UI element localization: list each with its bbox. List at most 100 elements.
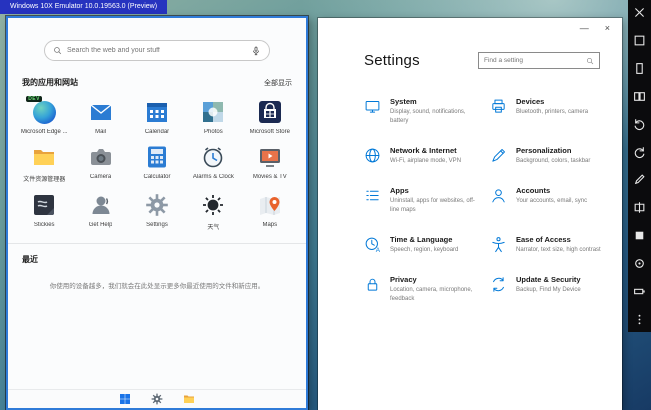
network-icon (364, 147, 381, 164)
app-tile[interactable]: Movies & TV (242, 135, 298, 183)
app-label: Movies & TV (253, 174, 287, 180)
maps-icon (257, 192, 283, 218)
settings-window: — × Settings System Display, sound, noti… (318, 18, 622, 410)
app-label: Get Help (89, 222, 113, 228)
category-description: Wi-Fi, airplane mode, VPN (390, 157, 461, 166)
settings-header: Settings (364, 52, 600, 69)
taskbar-files-icon[interactable] (183, 393, 195, 405)
category-description: Narrator, text size, high contrast (516, 246, 601, 255)
app-label: Calculator (143, 174, 170, 180)
app-tile[interactable]: Photos (185, 90, 241, 135)
search-icon (586, 57, 594, 65)
update-icon (490, 276, 507, 293)
settings-category[interactable]: Devices Bluetooth, printers, camera (490, 97, 610, 126)
find-setting-input[interactable] (484, 57, 586, 64)
app-tile[interactable]: Get Help (72, 183, 128, 231)
app-tile[interactable]: Maps (242, 183, 298, 231)
settings-category[interactable]: Ease of Access Narrator, text size, high… (490, 235, 610, 255)
category-title: Personalization (516, 146, 590, 155)
app-label: Settings (146, 222, 168, 228)
edge-logo (33, 101, 56, 124)
devices-icon (490, 98, 507, 115)
dual-screen-icon[interactable] (633, 90, 646, 103)
time-icon: A (364, 236, 381, 253)
category-title: Time & Language (390, 235, 458, 244)
apps-grid: DEV Microsoft Edge ... Mail Calendar Pho… (8, 90, 306, 231)
single-screen-icon[interactable] (633, 62, 646, 75)
app-tile[interactable]: Calculator (129, 135, 185, 183)
rotate-right-icon[interactable] (633, 146, 646, 159)
window-controls: — × (580, 24, 610, 33)
rotate-left-icon[interactable] (633, 118, 646, 131)
pen-icon[interactable] (633, 173, 646, 186)
app-label: 天气 (207, 222, 219, 231)
app-tile[interactable]: Camera (72, 135, 128, 183)
emulator-toolbar (628, 0, 651, 332)
app-tile[interactable]: Mail (72, 90, 128, 135)
accounts-icon (490, 187, 507, 204)
category-title: Accounts (516, 186, 587, 195)
category-description: Speech, region, keyboard (390, 246, 458, 255)
category-title: Update & Security (516, 275, 581, 284)
settings-category[interactable]: System Display, sound, notifications, ba… (364, 97, 484, 126)
apps-icon (364, 187, 381, 204)
store-icon (257, 99, 283, 125)
search-icon (53, 46, 62, 55)
privacy-icon (364, 276, 381, 293)
more-icon[interactable] (633, 313, 646, 326)
category-description: Bluetooth, printers, camera (516, 108, 588, 117)
settings-category[interactable]: Accounts Your accounts, email, sync (490, 186, 610, 215)
battery-icon[interactable] (633, 285, 646, 298)
app-tile[interactable]: Alarms & Clock (185, 135, 241, 183)
app-tile[interactable]: DEV Microsoft Edge ... (16, 90, 72, 135)
app-tile[interactable]: 天气 (185, 183, 241, 231)
app-tile[interactable]: Calendar (129, 90, 185, 135)
settings-category[interactable]: Privacy Location, camera, microphone, fe… (364, 275, 484, 304)
movies-icon (257, 144, 283, 170)
microphone-icon[interactable] (251, 46, 261, 56)
settings-category[interactable]: Personalization Background, colors, task… (490, 146, 610, 166)
show-all-link[interactable]: 全部显示 (264, 78, 292, 88)
fit-screen-icon[interactable] (633, 34, 646, 47)
app-label: 文件资源管理器 (23, 174, 65, 183)
apps-section-header: 我的应用和网站 全部显示 (22, 77, 292, 88)
touch-icon[interactable] (633, 257, 646, 270)
alarms-icon (200, 144, 226, 170)
emulator-title-tab[interactable]: Windows 10X Emulator 10.0.19563.0 (Previ… (0, 0, 167, 14)
app-tile[interactable]: Stickies (16, 183, 72, 231)
category-description: Your accounts, email, sync (516, 197, 587, 206)
fold-icon[interactable] (633, 201, 646, 214)
app-tile[interactable]: 文件资源管理器 (16, 135, 72, 183)
settings-gear-icon (144, 192, 170, 218)
dev-badge: DEV (26, 96, 42, 102)
close-icon[interactable] (633, 6, 646, 19)
taskbar-windows-icon[interactable] (119, 393, 131, 405)
personalization-icon (490, 147, 507, 164)
calculator-icon (144, 144, 170, 170)
app-tile[interactable]: Microsoft Store (242, 90, 298, 135)
screenshot-icon[interactable] (633, 229, 646, 242)
settings-category[interactable]: Update & Security Backup, Find My Device (490, 275, 610, 304)
get-help-icon (88, 192, 114, 218)
category-title: Devices (516, 97, 588, 106)
close-button[interactable]: × (605, 24, 610, 33)
calendar-icon (144, 99, 170, 125)
start-search-bar[interactable] (44, 40, 270, 61)
app-tile[interactable]: Settings (129, 183, 185, 231)
minimize-button[interactable]: — (580, 24, 589, 33)
category-title: Privacy (390, 275, 482, 284)
taskbar-gear-icon[interactable] (151, 393, 163, 405)
photos-icon (200, 99, 226, 125)
settings-category[interactable]: Network & Internet Wi-Fi, airplane mode,… (364, 146, 484, 166)
category-description: Backup, Find My Device (516, 286, 581, 295)
find-setting-box[interactable] (478, 52, 600, 69)
start-screen-panel: 我的应用和网站 全部显示 DEV Microsoft Edge ... Mail… (6, 16, 308, 410)
category-description: Location, camera, microphone, feedback (390, 286, 482, 304)
settings-category[interactable]: A Time & Language Speech, region, keyboa… (364, 235, 484, 255)
start-search-input[interactable] (67, 47, 246, 54)
category-description: Uninstall, apps for websites, off-line m… (390, 197, 482, 215)
section-divider (8, 243, 306, 244)
category-title: System (390, 97, 482, 106)
mail-icon (88, 99, 114, 125)
settings-category[interactable]: Apps Uninstall, apps for websites, off-l… (364, 186, 484, 215)
